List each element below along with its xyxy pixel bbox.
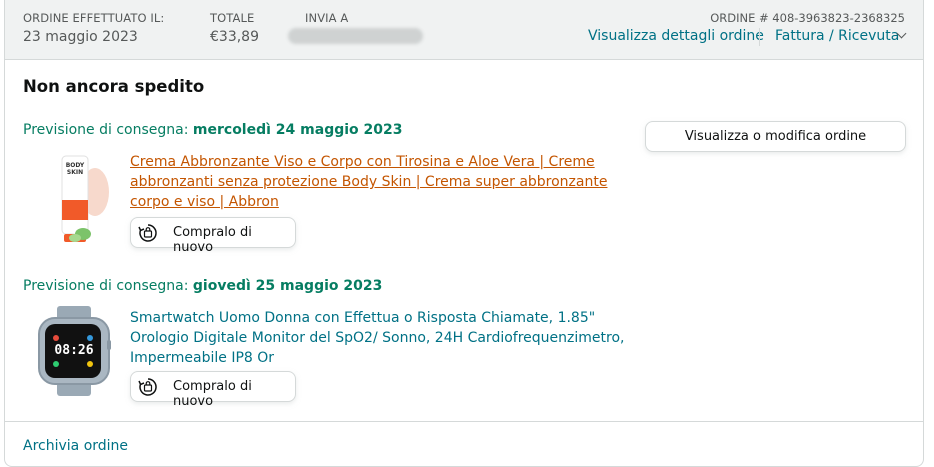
ship-to-label: INVIA A <box>305 11 349 25</box>
tanning-cream-brand: BODY SKIN <box>65 162 85 176</box>
delivery-estimate: Previsione di consegna: mercoledì 24 mag… <box>23 122 403 138</box>
ship-to-name-redacted[interactable] <box>288 28 423 44</box>
delivery-estimate: Previsione di consegna: giovedì 25 maggi… <box>23 278 382 294</box>
delivery-estimate-date: giovedì 25 maggio 2023 <box>192 278 383 294</box>
product-title-tanning-cream[interactable]: Crema Abbronzante Viso e Corpo con Tiros… <box>130 152 630 212</box>
buy-again-icon <box>138 224 157 242</box>
header-divider <box>759 28 760 46</box>
smartwatch-screen-time: 08:26 <box>54 343 94 358</box>
footer-divider <box>5 421 923 422</box>
delivery-estimate-prefix: Previsione di consegna: <box>23 122 193 138</box>
order-total-value: €33,89 <box>210 29 259 45</box>
buy-again-icon <box>138 378 157 396</box>
order-placed-label: ORDINE EFFETTUATO IL: <box>23 11 165 25</box>
shipment-status: Non ancora spedito <box>23 77 205 96</box>
order-total-label: TOTALE <box>210 11 255 25</box>
invoice-link[interactable]: Fattura / Ricevuta <box>775 28 899 44</box>
buy-again-label: Compralo di nuovo <box>173 225 252 255</box>
buy-again-button[interactable]: Compralo di nuovo <box>130 217 296 255</box>
order-card: ORDINE EFFETTUATO IL: 23 maggio 2023 TOT… <box>4 0 924 467</box>
delivery-estimate-prefix: Previsione di consegna: <box>23 278 193 294</box>
product-title-smartwatch[interactable]: Smartwatch Uomo Donna con Effettua o Ris… <box>130 308 630 368</box>
product-image-smartwatch[interactable]: 08:26 <box>31 306 117 396</box>
order-number: ORDINE # 408-3963823-2368325 <box>710 11 905 25</box>
buy-again-button[interactable]: Compralo di nuovo <box>130 371 296 409</box>
view-modify-order-button[interactable]: Visualizza o modifica ordine <box>645 121 906 152</box>
order-details-link[interactable]: Visualizza dettagli ordine <box>588 28 764 44</box>
buy-again-label: Compralo di nuovo <box>173 379 252 409</box>
order-header: ORDINE EFFETTUATO IL: 23 maggio 2023 TOT… <box>5 0 923 60</box>
order-placed-date: 23 maggio 2023 <box>23 29 138 45</box>
product-image-tanning-cream[interactable]: BODY SKIN <box>35 152 115 244</box>
archive-order-link[interactable]: Archivia ordine <box>23 438 128 454</box>
delivery-estimate-date: mercoledì 24 maggio 2023 <box>192 122 403 138</box>
